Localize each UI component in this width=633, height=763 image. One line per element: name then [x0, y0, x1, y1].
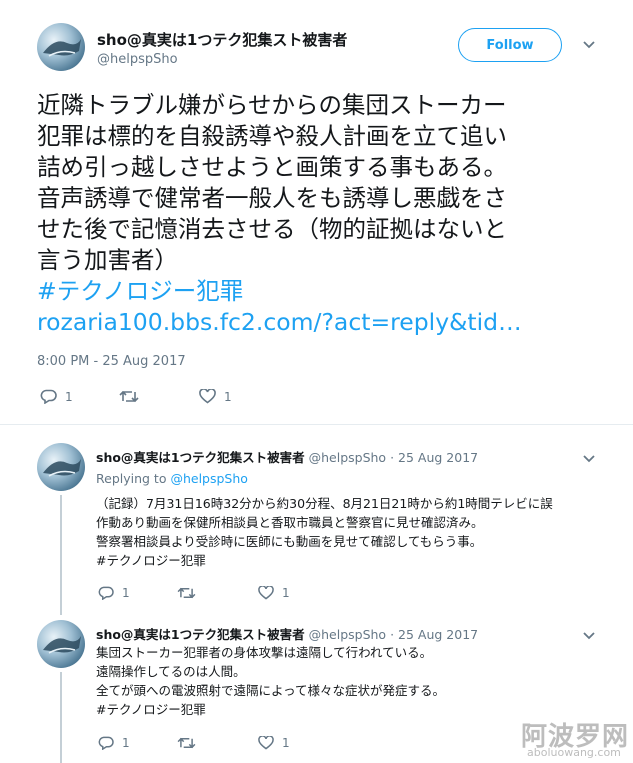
avatar[interactable] — [37, 443, 85, 491]
reply-count: 1 — [122, 586, 130, 600]
tweet-date[interactable]: · 25 Aug 2017 — [390, 627, 478, 642]
retweet-button[interactable] — [119, 389, 147, 404]
like-count: 1 — [224, 389, 232, 404]
author-handle[interactable]: @helpspSho — [97, 52, 178, 67]
retweet-icon — [177, 587, 196, 599]
reply-button[interactable]: 1 — [40, 389, 73, 404]
reply-text: （記録）7月31日16時32分から約30分程、8月21日21時から約1時間テレビ… — [96, 494, 553, 570]
like-button[interactable]: 1 — [199, 389, 232, 404]
tweet-text: 近隣トラブル嫌がらせからの集団ストーカー 犯罪は標的を自殺誘導や殺人計画を立て追… — [37, 90, 522, 338]
hashtag-link[interactable]: #テクノロジー犯罪 — [96, 700, 445, 719]
reply-header: sho@真実は1つテク犯集スト被害者 @helpspSho · 25 Aug 2… — [96, 447, 478, 466]
tweet-line: 言う加害者） — [37, 246, 178, 274]
avatar[interactable] — [37, 23, 85, 71]
tweet-line: 犯罪は標的を自殺誘導や殺人計画を立て追い — [37, 122, 507, 150]
like-button[interactable]: 1 — [258, 736, 290, 750]
reply-count: 1 — [122, 736, 130, 750]
like-count: 1 — [282, 586, 290, 600]
reply-header: sho@真実は1つテク犯集スト被害者 @helpspSho · 25 Aug 2… — [96, 624, 478, 643]
watermark-url: aboluowang.com — [527, 746, 621, 759]
replying-to: Replying to @helpspSho — [96, 471, 248, 486]
heart-icon — [258, 586, 274, 600]
reply-icon — [98, 736, 114, 750]
retweet-button[interactable] — [177, 736, 204, 750]
tweet-line: 音声誘導で健常者一般人をも誘導し悪戯をさ — [37, 184, 507, 212]
like-button[interactable]: 1 — [258, 586, 290, 600]
retweet-icon — [119, 390, 139, 403]
retweet-button[interactable] — [177, 586, 204, 600]
reply-line: （記録）7月31日16時32分から約30分程、8月21日21時から約1時間テレビ… — [96, 496, 553, 511]
reply-line: 遠隔操作してるのは人間。 — [96, 664, 246, 679]
avatar-image — [43, 459, 81, 477]
reply-line: 集団ストーカー犯罪者の身体攻撃は遠隔して行われている。 — [96, 645, 433, 660]
reply-line: 全てが頭への電波照射で遠隔によって様々な症状が発症する。 — [96, 683, 446, 698]
reply-text: 集団ストーカー犯罪者の身体攻撃は遠隔して行われている。 遠隔操作してるのは人間。… — [96, 643, 445, 719]
author-handle[interactable]: @helpspSho — [309, 627, 386, 642]
chevron-down-icon[interactable] — [582, 452, 596, 468]
retweet-icon — [177, 737, 196, 749]
hashtag-link[interactable]: #テクノロジー犯罪 — [96, 551, 553, 570]
reply-button[interactable]: 1 — [98, 586, 130, 600]
avatar-image — [43, 636, 81, 654]
author-name[interactable]: sho@真実は1つテク犯集スト被害者 — [97, 29, 347, 50]
hashtag-link[interactable]: #テクノロジー犯罪 — [37, 276, 522, 307]
tweet-line: せた後で記憶消去させる（物的証拠はないと — [37, 215, 507, 243]
heart-icon — [199, 389, 216, 404]
follow-button[interactable]: Follow — [458, 28, 562, 62]
reply-icon — [40, 389, 57, 404]
avatar-image — [43, 39, 81, 57]
tweet-timestamp[interactable]: 8:00 PM - 25 Aug 2017 — [37, 354, 186, 369]
tweet-line: 詰め引っ越しさせようと画策する事もある。 — [37, 153, 507, 181]
author-handle[interactable]: @helpspSho — [309, 450, 386, 465]
reply-line: 作動あり動画を保健所相談員と香取市職員と警察官に見せ確認済み。 — [96, 515, 484, 530]
author-name[interactable]: sho@真実は1つテク犯集スト被害者 — [96, 450, 305, 465]
heart-icon — [258, 736, 274, 750]
divider — [0, 424, 633, 425]
reply-line: 警察署相談員より受診時に医師にも動画を見せて確認してもらう事。 — [96, 534, 483, 549]
author-name[interactable]: sho@真実は1つテク犯集スト被害者 — [96, 627, 305, 642]
tweet-line: 近隣トラブル嫌がらせからの集団ストーカー — [37, 91, 507, 119]
thread-line — [60, 672, 62, 763]
reply-button[interactable]: 1 — [98, 736, 130, 750]
url-link[interactable]: rozaria100.bbs.fc2.com/?act=reply&tid… — [37, 307, 522, 338]
like-count: 1 — [282, 736, 290, 750]
tweet-date[interactable]: · 25 Aug 2017 — [390, 450, 478, 465]
replying-label: Replying to — [96, 471, 167, 486]
chevron-down-icon[interactable] — [582, 629, 596, 645]
reply-icon — [98, 586, 114, 600]
chevron-down-icon[interactable] — [582, 38, 596, 54]
avatar[interactable] — [37, 620, 85, 668]
reply-count: 1 — [65, 389, 73, 404]
thread-line — [60, 495, 62, 615]
replying-to-link[interactable]: @helpspSho — [170, 471, 247, 486]
